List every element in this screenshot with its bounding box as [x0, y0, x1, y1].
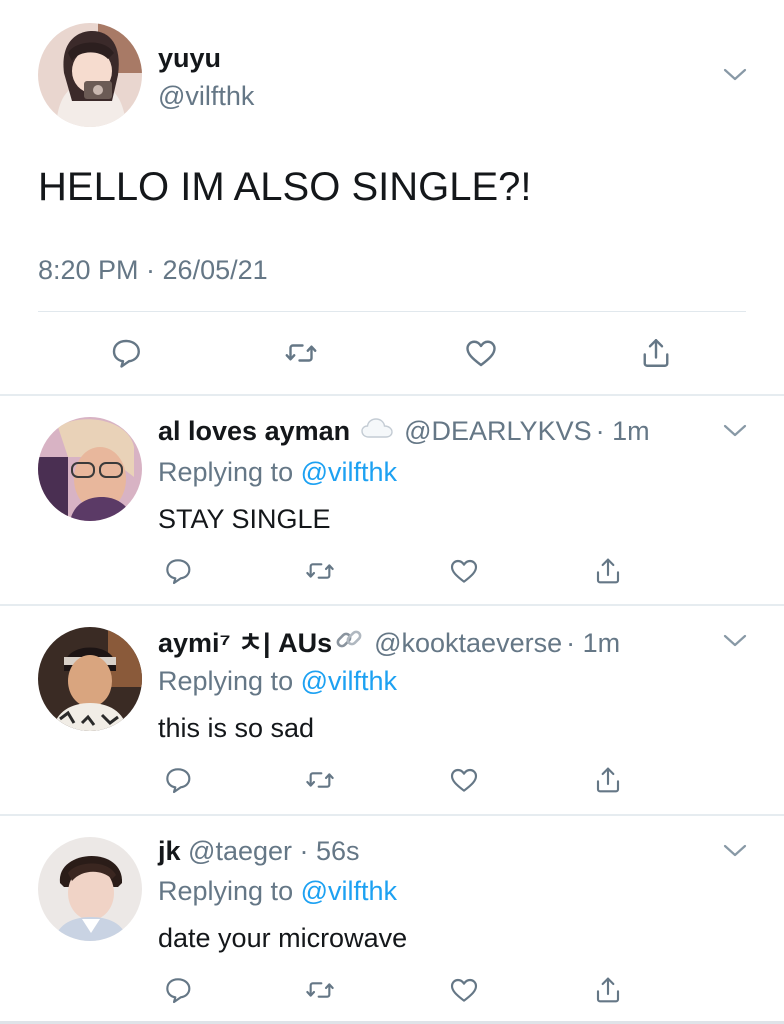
- avatar[interactable]: [38, 837, 142, 941]
- like-button[interactable]: [444, 553, 484, 589]
- replying-to-link[interactable]: @vilfthk: [301, 666, 397, 696]
- reply-header: al loves ayman @DEARLYKVS · 1m: [158, 414, 650, 448]
- tweet-timestamp[interactable]: 8:20 PM · 26/05/21: [38, 254, 268, 286]
- retweet-icon: [306, 563, 334, 579]
- retweet-icon: [285, 344, 317, 362]
- avatar[interactable]: [38, 417, 142, 521]
- cloud-icon: [360, 414, 394, 448]
- replying-to-label: Replying to: [158, 666, 294, 696]
- reply-button[interactable]: [158, 762, 198, 798]
- retweet-icon: [306, 982, 334, 998]
- avatar[interactable]: [38, 627, 142, 731]
- reply-time[interactable]: · 1m: [566, 626, 620, 660]
- more-options-button[interactable]: [721, 421, 749, 446]
- avatar[interactable]: [38, 23, 142, 127]
- timestamp-divider: [38, 311, 746, 312]
- display-name[interactable]: yuyu: [158, 42, 221, 74]
- retweet-icon: [306, 772, 334, 788]
- display-name[interactable]: jk: [158, 836, 181, 866]
- like-icon: [450, 768, 478, 792]
- like-icon: [450, 559, 478, 583]
- replying-to-link[interactable]: @vilfthk: [301, 876, 397, 906]
- like-button[interactable]: [444, 762, 484, 798]
- link-icon: [334, 624, 364, 662]
- reply-icon: [112, 339, 140, 368]
- chevron-down-icon: [723, 634, 747, 647]
- reply-icon: [166, 978, 191, 1004]
- replying-to: Replying to @vilfthk: [158, 664, 397, 698]
- share-button[interactable]: [588, 762, 628, 798]
- retweet-button[interactable]: [300, 972, 340, 1008]
- more-options-button[interactable]: [721, 841, 749, 866]
- reply-text: date your microwave: [158, 923, 408, 953]
- reply-time[interactable]: · 1m: [596, 414, 650, 448]
- handle[interactable]: @taeger: [188, 836, 292, 866]
- share-icon: [596, 977, 620, 1003]
- retweet-button[interactable]: [300, 762, 340, 798]
- display-name[interactable]: al loves ayman: [158, 414, 350, 448]
- display-name[interactable]: aymi⁷ ㅊ| AUs: [158, 626, 332, 660]
- tweet-divider: [0, 604, 784, 606]
- tweet-divider: [0, 814, 784, 816]
- like-icon: [450, 978, 478, 1002]
- retweet-button[interactable]: [300, 553, 340, 589]
- replying-to: Replying to @vilfthk: [158, 455, 397, 489]
- replying-to-label: Replying to: [158, 457, 294, 487]
- handle[interactable]: @vilfthk: [158, 80, 254, 112]
- handle[interactable]: @DEARLYKVS: [404, 414, 591, 448]
- chevron-down-icon: [723, 68, 747, 81]
- reply-time[interactable]: · 56s: [300, 836, 360, 866]
- replying-to: Replying to @vilfthk: [158, 874, 397, 908]
- reply-button[interactable]: [158, 553, 198, 589]
- share-icon: [596, 558, 620, 584]
- more-options-button[interactable]: [721, 65, 749, 90]
- like-icon: [466, 340, 496, 367]
- replying-to-link[interactable]: @vilfthk: [301, 457, 397, 487]
- reply-button[interactable]: [104, 333, 148, 373]
- reply-text: STAY SINGLE: [158, 504, 331, 534]
- more-options-button[interactable]: [721, 631, 749, 656]
- share-icon: [643, 339, 669, 367]
- replying-to-label: Replying to: [158, 876, 294, 906]
- retweet-button[interactable]: [279, 333, 323, 373]
- chevron-down-icon: [723, 424, 747, 437]
- reply-button[interactable]: [158, 972, 198, 1008]
- handle[interactable]: @kooktaeverse: [374, 626, 562, 660]
- chevron-down-icon: [723, 844, 747, 857]
- reply-header: jk @taeger · 56s: [158, 834, 360, 868]
- reply-header: aymi⁷ ㅊ| AUs @kooktaeverse · 1m: [158, 624, 620, 662]
- reply-icon: [166, 559, 191, 585]
- reply-icon: [166, 768, 191, 794]
- share-button[interactable]: [634, 333, 678, 373]
- share-button[interactable]: [588, 972, 628, 1008]
- like-button[interactable]: [459, 333, 503, 373]
- reply-text: this is so sad: [158, 713, 315, 743]
- share-button[interactable]: [588, 553, 628, 589]
- tweet-text: HELLO IM ALSO SINGLE?!: [38, 165, 532, 209]
- tweet-divider: [0, 394, 784, 396]
- like-button[interactable]: [444, 972, 484, 1008]
- share-icon: [596, 767, 620, 793]
